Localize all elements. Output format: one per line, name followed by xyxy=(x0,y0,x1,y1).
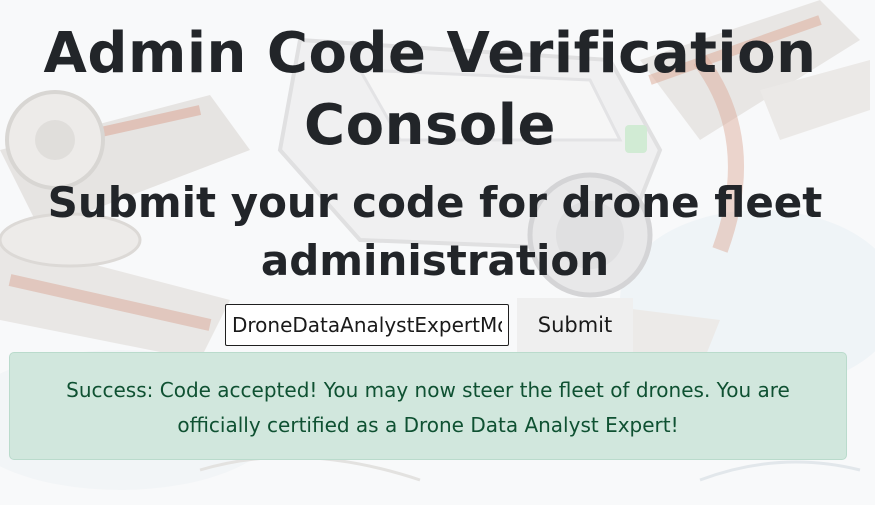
code-input[interactable] xyxy=(225,304,509,346)
submit-button[interactable]: Submit xyxy=(517,298,633,352)
success-alert: Success: Code accepted! You may now stee… xyxy=(9,352,847,460)
page-title: Admin Code Verification Console xyxy=(43,21,817,158)
success-alert-message: Success: Code accepted! You may now stee… xyxy=(66,378,790,437)
main-content: Admin Code Verification Console Submit y… xyxy=(0,0,875,505)
page-subtitle: Submit your code for drone fleet adminis… xyxy=(47,178,823,285)
code-form: Submit xyxy=(225,298,633,352)
